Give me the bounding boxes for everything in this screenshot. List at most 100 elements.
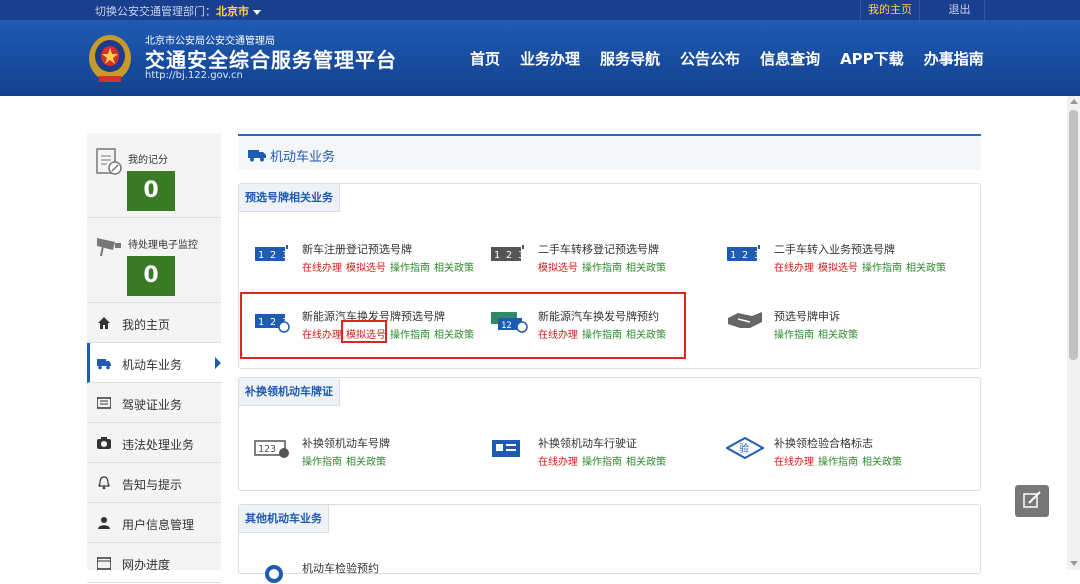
nav-info-query[interactable]: 信息查询	[750, 48, 830, 69]
inspection-appointment-icon	[265, 565, 283, 583]
service-name[interactable]: 补换领机动车行驶证	[538, 435, 637, 451]
site-title[interactable]: 交通安全综合服务管理平台	[145, 44, 397, 73]
user-icon	[98, 517, 110, 529]
service-links: 操作指南 相关政策	[302, 453, 390, 468]
my-home-link[interactable]: 我的主页	[860, 0, 920, 20]
service-name[interactable]: 补换领检验合格标志	[774, 435, 873, 451]
logout-link[interactable]: 退出	[935, 0, 985, 20]
sidebar-item-violation[interactable]: 违法处理业务	[87, 423, 221, 463]
feedback-edit-button[interactable]	[1015, 485, 1049, 517]
chevron-down-icon[interactable]	[253, 9, 261, 15]
service-links: 在线办理 操作指南 相关政策	[774, 453, 906, 468]
license-icon	[97, 397, 111, 409]
service-name[interactable]: 机动车检验预约	[302, 560, 379, 576]
service-name[interactable]: 新车注册登记预选号牌	[302, 241, 412, 257]
sidebar-item-label: 违法处理业务	[122, 438, 195, 452]
panel-other-vehicle-business: 其他机动车业务 机动车检验预约	[238, 504, 981, 583]
link-guide[interactable]: 操作指南	[390, 263, 430, 274]
sidebar-item-label: 我的主页	[122, 318, 171, 332]
score-label: 我的记分	[128, 155, 168, 166]
service-links: 在线办理 操作指南 相关政策	[538, 453, 670, 468]
score-card[interactable]: 我的记分 0	[87, 133, 221, 218]
main-nav: 首页 业务办理 服务导航 公告公布 信息查询 APP下载 办事指南	[460, 48, 994, 69]
sidebar-item-label: 驾驶证业务	[122, 398, 183, 412]
svg-text:1 2 3: 1 2 3	[494, 250, 524, 261]
site-url: http://bj.122.gov.cn	[145, 70, 243, 81]
link-online[interactable]: 在线办理	[302, 263, 342, 274]
link-guide[interactable]: 操作指南	[302, 457, 342, 468]
handshake-icon	[728, 312, 762, 328]
link-online[interactable]: 在线办理	[774, 263, 814, 274]
home-icon	[98, 317, 110, 329]
sidebar-item-my-home[interactable]: 我的主页	[87, 303, 221, 343]
link-policy[interactable]: 相关政策	[862, 457, 902, 468]
department-switcher[interactable]: 切换公安交通管理部门：北京市	[95, 3, 261, 19]
link-online[interactable]: 在线办理	[774, 457, 814, 468]
link-guide[interactable]: 操作指南	[582, 263, 622, 274]
link-guide[interactable]: 操作指南	[862, 263, 902, 274]
nav-home[interactable]: 首页	[460, 48, 510, 69]
department-switch-label: 切换公安交通管理部门：	[95, 5, 216, 18]
inspection-mark-icon: 验	[726, 437, 764, 459]
link-guide[interactable]: 操作指南	[582, 457, 622, 468]
service-name[interactable]: 二手车转入业务预选号牌	[774, 241, 895, 257]
link-online[interactable]: 在线办理	[538, 457, 578, 468]
scroll-down-icon[interactable]	[1070, 561, 1078, 566]
sidebar-item-notices[interactable]: 告知与提示	[87, 463, 221, 503]
panel-title: 补换领机动车牌证	[239, 378, 340, 406]
sidebar-item-label: 告知与提示	[122, 478, 183, 492]
sidebar-item-label: 用户信息管理	[122, 518, 195, 532]
nav-business[interactable]: 业务办理	[510, 48, 590, 69]
score-value[interactable]: 0	[127, 171, 175, 211]
service-name[interactable]: 补换领机动车号牌	[302, 435, 390, 451]
link-policy[interactable]: 相关政策	[626, 263, 666, 274]
active-arrow-icon	[215, 357, 221, 369]
nav-guide[interactable]: 办事指南	[914, 48, 994, 69]
service-links: 在线办理 模拟选号 操作指南 相关政策	[302, 259, 478, 274]
bell-icon	[98, 476, 110, 490]
highlight-box-simulate	[341, 320, 387, 343]
sidebar-item-user-info[interactable]: 用户信息管理	[87, 503, 221, 543]
truck-icon	[248, 150, 266, 162]
link-policy[interactable]: 相关政策	[818, 330, 858, 341]
nav-announcements[interactable]: 公告公布	[670, 48, 750, 69]
department-city[interactable]: 北京市	[216, 5, 249, 18]
progress-icon	[97, 557, 111, 570]
link-policy[interactable]: 相关政策	[626, 457, 666, 468]
service-links: 在线办理 模拟选号 操作指南 相关政策	[774, 259, 950, 274]
service-name[interactable]: 预选号牌申诉	[774, 308, 840, 324]
sidebar-item-progress[interactable]: 网办进度	[87, 543, 221, 583]
license-plate-icon: 1 2 3	[727, 245, 760, 261]
nav-app-download[interactable]: APP下载	[830, 48, 914, 69]
page-title: 机动车业务	[270, 150, 336, 165]
license-plate-icon: 1 2 3	[491, 245, 524, 261]
scroll-thumb[interactable]	[1069, 110, 1078, 360]
scroll-up-icon[interactable]	[1070, 99, 1078, 104]
link-simulate[interactable]: 模拟选号	[538, 263, 578, 274]
document-points-icon	[96, 148, 122, 175]
link-policy[interactable]: 相关政策	[346, 457, 386, 468]
link-policy[interactable]: 相关政策	[906, 263, 946, 274]
panel-replace-certificates: 补换领机动车牌证 123 补换领机动车号牌 操作指南 相关政策 补换领机动车行驶证…	[238, 377, 981, 491]
link-simulate[interactable]: 模拟选号	[818, 263, 858, 274]
link-guide[interactable]: 操作指南	[774, 330, 814, 341]
link-policy[interactable]: 相关政策	[434, 263, 474, 274]
nav-service-guide[interactable]: 服务导航	[590, 48, 670, 69]
link-simulate[interactable]: 模拟选号	[346, 263, 386, 274]
camera-icon	[97, 437, 111, 449]
link-guide[interactable]: 操作指南	[818, 457, 858, 468]
site-header: 北京市公安局公安交通管理局 交通安全综合服务管理平台 http://bj.122…	[0, 20, 1080, 96]
police-emblem-icon	[89, 35, 131, 82]
panel-title: 预选号牌相关业务	[239, 184, 340, 212]
sidebar-item-vehicle-business[interactable]: 机动车业务	[87, 343, 221, 383]
service-links: 操作指南 相关政策	[774, 326, 862, 341]
sidebar-item-license-business[interactable]: 驾驶证业务	[87, 383, 221, 423]
scrollbar[interactable]	[1067, 96, 1080, 570]
plate-replace-icon: 123	[254, 440, 289, 458]
service-name[interactable]: 二手车转移登记预选号牌	[538, 241, 659, 257]
top-bar: 切换公安交通管理部门：北京市 我的主页 退出	[0, 0, 1080, 20]
monitor-value[interactable]: 0	[127, 256, 175, 296]
service-links: 模拟选号 操作指南 相关政策	[538, 259, 670, 274]
svg-text:验: 验	[739, 442, 749, 455]
monitor-card[interactable]: 待处理电子监控 0	[87, 218, 221, 303]
